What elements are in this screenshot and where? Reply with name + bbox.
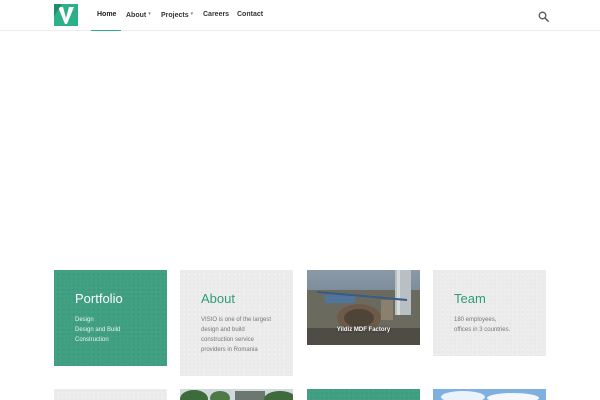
portfolio-item[interactable]: Construction (75, 335, 120, 345)
about-description: VISIO is one of the largest design and b… (201, 315, 271, 355)
project-photo-card[interactable]: Yildiz MDF Factory (307, 270, 420, 345)
portfolio-card[interactable]: Portfolio Design Design and Build Constr… (54, 270, 167, 366)
about-line: providers in Romania (201, 347, 258, 353)
nav-home-label: Home (97, 11, 117, 18)
chevron-down-icon: ▾ (190, 11, 194, 17)
sky-photo-image (433, 389, 546, 400)
nav-careers[interactable]: Careers (203, 0, 229, 30)
visio-logo[interactable] (54, 4, 78, 26)
team-title: Team (454, 291, 486, 306)
portfolio-list: Design Design and Build Construction (75, 315, 120, 345)
chevron-down-icon: ▾ (148, 11, 151, 17)
nav-about[interactable]: About ▾ (126, 0, 151, 30)
nav-about-label: About (126, 12, 147, 19)
nav-contact-label: Contact (237, 11, 264, 18)
search-icon[interactable] (538, 9, 549, 22)
card-row2-4-photo[interactable] (433, 389, 546, 400)
nav-projects-label: Projects (161, 12, 189, 19)
nav-contact[interactable]: Contact (237, 0, 263, 30)
tree-photo-image (180, 389, 293, 400)
about-card[interactable]: About VISIO is one of the largest design… (180, 270, 293, 376)
team-line: 180 employees, (454, 317, 497, 323)
team-line: offices in 3 countries. (454, 327, 511, 333)
hero-area (0, 31, 600, 261)
site-header: Home About ▾ Projects ▾ Careers Contact (0, 0, 600, 31)
card-row2-3[interactable] (307, 389, 420, 400)
team-card[interactable]: Team 180 employees, offices in 3 countri… (433, 270, 546, 356)
portfolio-item[interactable]: Design (75, 315, 120, 325)
nav-projects[interactable]: Projects ▾ (161, 0, 193, 30)
about-title: About (201, 291, 235, 306)
about-line: VISIO is one of the largest (201, 317, 272, 323)
about-line: design and build (201, 327, 245, 333)
project-caption: Yildiz MDF Factory (336, 327, 391, 333)
nav-careers-label: Careers (203, 11, 230, 18)
construction-site-image (307, 270, 420, 345)
about-line: construction service (201, 337, 255, 343)
portfolio-title: Portfolio (75, 291, 123, 306)
card-row2-1[interactable] (54, 389, 167, 400)
card-row2-2-photo[interactable] (180, 389, 293, 400)
portfolio-item[interactable]: Design and Build (75, 325, 120, 335)
nav-home[interactable]: Home (91, 0, 121, 31)
team-description: 180 employees, offices in 3 countries. (454, 315, 510, 335)
